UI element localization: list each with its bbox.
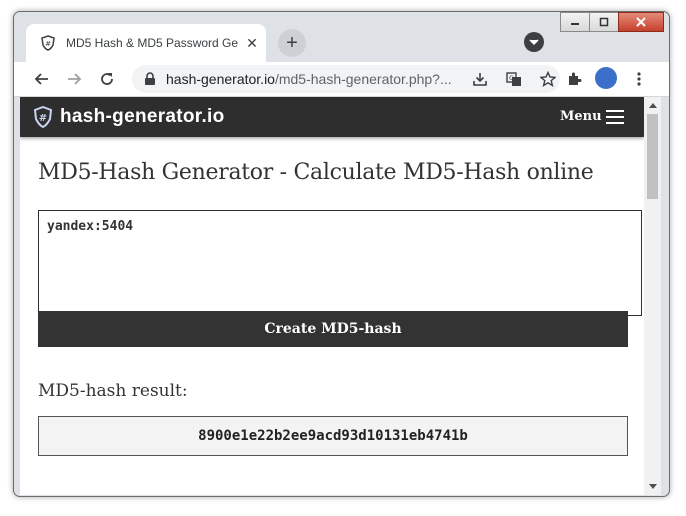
scroll-up-icon[interactable] (648, 101, 657, 110)
browser-toolbar: hash-generator.io/md5-hash-generator.php… (14, 62, 669, 97)
new-tab-button[interactable]: + (278, 29, 306, 57)
create-hash-button[interactable]: Create MD5-hash (38, 311, 628, 347)
tab-search-button[interactable] (524, 32, 544, 52)
lock-icon (144, 72, 156, 86)
minimize-button[interactable] (560, 12, 590, 32)
forward-arrow-icon[interactable] (64, 69, 84, 89)
result-label: MD5-hash result: (38, 381, 188, 401)
svg-text:G: G (509, 75, 514, 82)
close-window-button[interactable] (618, 12, 664, 32)
shield-logo-icon: # (32, 106, 54, 128)
close-icon (636, 17, 646, 27)
browser-window: # MD5 Hash & MD5 Password Generator ✕ + (13, 11, 670, 497)
hash-result[interactable]: 8900e1e22b2ee9acd93d10131eb4741b (38, 416, 628, 456)
translate-icon[interactable]: G (504, 69, 524, 89)
url-host: hash-generator.io (166, 71, 275, 87)
url-text: hash-generator.io/md5-hash-generator.php… (166, 71, 462, 87)
url-path: /md5-hash-generator.php?... (274, 71, 452, 87)
page-title: MD5-Hash Generator - Calculate MD5-Hash … (38, 160, 594, 185)
tab-title: MD5 Hash & MD5 Password Generator (66, 36, 238, 50)
back-arrow-icon[interactable] (32, 69, 52, 89)
scrollbar[interactable] (644, 97, 661, 495)
site-navbar: # hash-generator.io Menu (20, 97, 644, 137)
maximize-icon (599, 17, 609, 27)
page-viewport: # hash-generator.io Menu MD5-Hash Genera… (20, 97, 644, 495)
more-vert-icon[interactable] (629, 69, 649, 89)
minimize-icon (571, 23, 579, 25)
svg-text:#: # (45, 40, 51, 48)
address-bar[interactable]: hash-generator.io/md5-hash-generator.php… (132, 65, 560, 93)
star-icon[interactable] (538, 69, 558, 89)
svg-text:#: # (39, 113, 47, 124)
hamburger-icon[interactable] (606, 110, 624, 124)
close-icon[interactable]: ✕ (244, 35, 260, 51)
scroll-thumb[interactable] (647, 114, 658, 199)
text-input[interactable]: yandex:5404 (38, 210, 642, 316)
avatar[interactable] (595, 67, 617, 89)
scroll-down-icon[interactable] (648, 482, 657, 491)
maximize-button[interactable] (589, 12, 619, 32)
menu-label[interactable]: Menu (560, 109, 602, 124)
install-icon[interactable] (470, 69, 490, 89)
window-controls (560, 12, 664, 34)
shield-icon: # (40, 35, 56, 51)
reload-icon[interactable] (97, 69, 117, 89)
plus-icon: + (286, 31, 298, 54)
extensions-icon[interactable] (564, 69, 584, 89)
site-logo-text[interactable]: hash-generator.io (60, 106, 225, 128)
chevron-down-icon (529, 39, 539, 46)
tab-strip: # MD5 Hash & MD5 Password Generator ✕ + (14, 12, 669, 62)
tab-active[interactable]: # MD5 Hash & MD5 Password Generator ✕ (26, 24, 266, 62)
